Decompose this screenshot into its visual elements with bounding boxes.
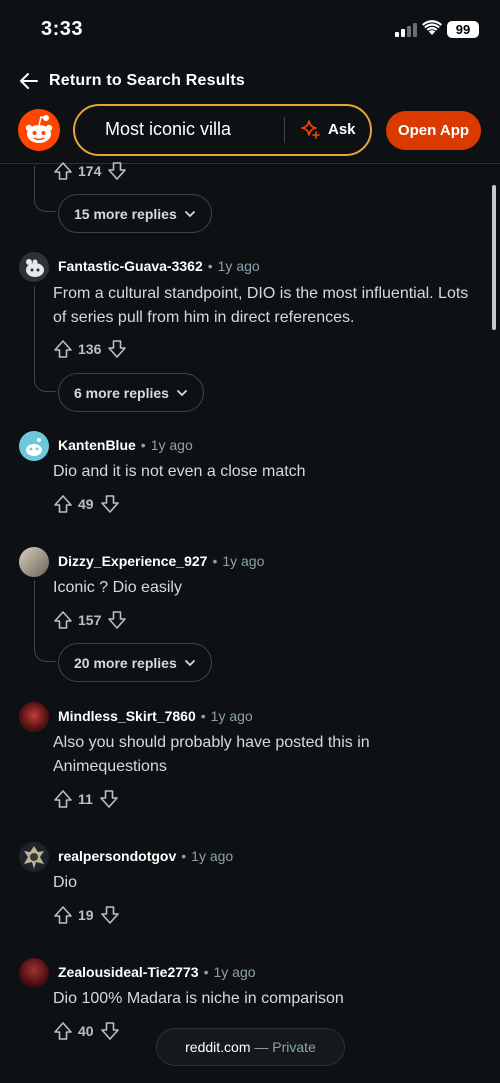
vote-controls: 157 bbox=[53, 609, 127, 631]
downvote-icon[interactable] bbox=[107, 610, 127, 630]
open-app-button[interactable]: Open App bbox=[386, 111, 481, 150]
upvote-icon[interactable] bbox=[53, 494, 73, 514]
more-replies-button[interactable]: 20 more replies bbox=[58, 643, 212, 682]
comment-author[interactable]: Zealousideal-Tie2773 bbox=[58, 964, 199, 980]
chevron-down-icon bbox=[177, 389, 187, 396]
battery-indicator: 99 bbox=[447, 21, 479, 38]
thread-line bbox=[34, 286, 35, 372]
toast-separator: — bbox=[250, 1039, 273, 1055]
avatar[interactable] bbox=[19, 431, 49, 461]
comment-body: Iconic ? Dio easily bbox=[53, 579, 182, 596]
browser-url-toast[interactable]: reddit.com — Private bbox=[156, 1028, 345, 1066]
avatar[interactable] bbox=[19, 842, 49, 872]
upvote-icon[interactable] bbox=[53, 339, 73, 359]
comment-author[interactable]: Dizzy_Experience_927 bbox=[58, 553, 207, 569]
vote-controls: 11 bbox=[53, 788, 119, 810]
comment-meta: Zealousideal-Tie2773 • 1y ago bbox=[58, 964, 256, 980]
thread-connector bbox=[34, 190, 56, 212]
comment-meta: realpersondotgov • 1y ago bbox=[58, 848, 234, 864]
more-replies-label: 20 more replies bbox=[74, 654, 177, 671]
search-header: Most iconic villa Ask Open App bbox=[0, 102, 500, 158]
upvote-icon[interactable] bbox=[53, 610, 73, 630]
upvote-icon[interactable] bbox=[53, 905, 73, 925]
comment-meta: Dizzy_Experience_927 • 1y ago bbox=[58, 553, 265, 569]
comment-author[interactable]: Fantastic-Guava-3362 bbox=[58, 258, 203, 274]
vote-count: 157 bbox=[78, 612, 102, 628]
avatar[interactable] bbox=[19, 702, 49, 732]
arrow-left-icon bbox=[20, 73, 38, 89]
thread-connector bbox=[34, 640, 56, 662]
comment-body: Dio 100% Madara is niche in comparison bbox=[53, 990, 344, 1007]
comment-age: 1y ago bbox=[210, 708, 253, 724]
thread-connector bbox=[34, 370, 56, 392]
comment-age: 1y ago bbox=[217, 258, 260, 274]
comment-meta: Fantastic-Guava-3362 • 1y ago bbox=[58, 258, 260, 274]
more-replies-label: 6 more replies bbox=[74, 384, 169, 401]
sparkle-icon bbox=[301, 120, 320, 139]
vote-count: 136 bbox=[78, 341, 102, 357]
comment-age: 1y ago bbox=[191, 848, 234, 864]
downvote-icon[interactable] bbox=[100, 494, 120, 514]
toast-domain: reddit.com bbox=[185, 1039, 251, 1055]
more-replies-button[interactable]: 15 more replies bbox=[58, 194, 212, 233]
vote-controls: 49 bbox=[53, 493, 120, 515]
comment-author[interactable]: Mindless_Skirt_7860 bbox=[58, 708, 196, 724]
ask-button[interactable]: Ask bbox=[299, 118, 356, 140]
downvote-icon[interactable] bbox=[100, 1021, 120, 1041]
search-input[interactable]: Most iconic villa bbox=[105, 119, 273, 140]
status-bar: 3:33 99 bbox=[0, 0, 500, 62]
status-time: 3:33 bbox=[41, 18, 84, 40]
more-replies-label: 15 more replies bbox=[74, 205, 177, 222]
comment-age: 1y ago bbox=[213, 964, 256, 980]
downvote-icon[interactable] bbox=[100, 905, 120, 925]
vote-count: 11 bbox=[78, 791, 93, 807]
upvote-icon[interactable] bbox=[53, 1021, 73, 1041]
more-replies-button[interactable]: 6 more replies bbox=[58, 373, 204, 412]
ask-label: Ask bbox=[328, 120, 356, 138]
reddit-logo-icon[interactable] bbox=[18, 109, 60, 151]
comment-body: Also you should probably have posted thi… bbox=[53, 734, 370, 775]
comment-age: 1y ago bbox=[150, 437, 193, 453]
vote-controls: 19 bbox=[53, 904, 120, 926]
chevron-down-icon bbox=[184, 659, 195, 666]
downvote-icon[interactable] bbox=[107, 339, 127, 359]
downvote-icon[interactable] bbox=[99, 789, 119, 809]
comment-author[interactable]: KantenBlue bbox=[58, 437, 136, 453]
comment-meta: KantenBlue • 1y ago bbox=[58, 437, 193, 453]
scrollbar[interactable] bbox=[492, 185, 496, 330]
return-label: Return to Search Results bbox=[49, 72, 245, 89]
comment-body: From a cultural standpoint, DIO is the m… bbox=[53, 285, 469, 326]
avatar[interactable] bbox=[19, 958, 49, 988]
upvote-icon[interactable] bbox=[53, 789, 73, 809]
vote-controls: 174 bbox=[53, 160, 127, 182]
vote-controls: 136 bbox=[53, 338, 127, 360]
vote-count: 40 bbox=[78, 1023, 94, 1039]
chevron-down-icon bbox=[184, 210, 195, 217]
vote-count: 19 bbox=[78, 907, 94, 923]
avatar[interactable] bbox=[19, 252, 49, 282]
wifi-icon bbox=[422, 20, 442, 35]
comment-age: 1y ago bbox=[222, 553, 265, 569]
comment-body: Dio bbox=[53, 874, 78, 891]
return-to-search-link[interactable]: Return to Search Results bbox=[18, 66, 245, 96]
avatar[interactable] bbox=[19, 547, 49, 577]
thread-line bbox=[34, 580, 35, 640]
thread-line bbox=[34, 166, 35, 192]
downvote-icon[interactable] bbox=[107, 161, 127, 181]
search-divider bbox=[284, 117, 285, 143]
vote-count: 174 bbox=[78, 163, 102, 179]
comment-meta: Mindless_Skirt_7860 • 1y ago bbox=[58, 708, 253, 724]
cellular-signal-icon bbox=[395, 23, 417, 37]
comment-author[interactable]: realpersondotgov bbox=[58, 848, 176, 864]
comment-body: Dio and it is not even a close match bbox=[53, 463, 306, 480]
search-bar[interactable]: Most iconic villa Ask bbox=[73, 104, 372, 156]
toast-mode: Private bbox=[272, 1039, 316, 1055]
upvote-icon[interactable] bbox=[53, 161, 73, 181]
vote-count: 49 bbox=[78, 496, 94, 512]
vote-controls: 40 bbox=[53, 1020, 120, 1042]
